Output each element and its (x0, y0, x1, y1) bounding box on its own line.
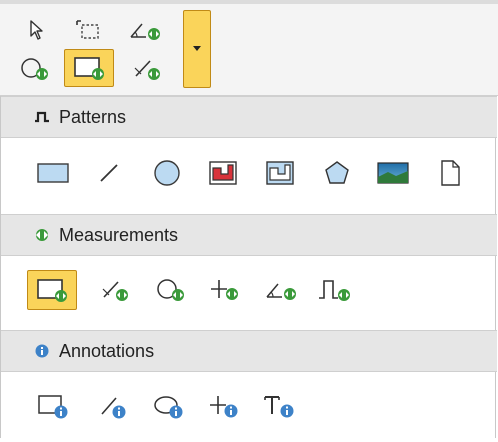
caret-down-icon (193, 46, 201, 51)
circle-pattern-icon[interactable] (143, 153, 191, 193)
point-annotation-icon[interactable] (201, 386, 249, 426)
annotations-icon-row (1, 372, 497, 442)
annotations-section-title: Annotations (59, 340, 155, 361)
line-measure-icon[interactable] (126, 51, 168, 87)
toolbar-dropdown-toggle[interactable] (183, 10, 211, 88)
line-pattern-icon[interactable] (85, 153, 133, 193)
measurements-section-title: Measurements (59, 224, 179, 245)
info-icon (33, 343, 51, 359)
step-profile-red-icon[interactable] (199, 153, 247, 193)
annotations-section-header: Annotations (1, 330, 497, 372)
pointer-arrow-icon[interactable] (16, 12, 58, 48)
toolbar-top-border (0, 0, 498, 4)
line-measure-icon[interactable] (91, 270, 139, 310)
angle-measure-icon[interactable] (124, 12, 166, 48)
pulse-wave-icon (33, 109, 51, 125)
text-annotation-icon[interactable] (255, 386, 303, 426)
rectangle-measure-icon[interactable] (27, 270, 77, 310)
patterns-section-title: Patterns (59, 106, 127, 127)
measurements-section-header: Measurements (1, 214, 497, 256)
image-pattern-icon[interactable] (369, 153, 417, 193)
patterns-section-header: Patterns (1, 96, 497, 138)
circle-measure-icon[interactable] (14, 51, 56, 87)
patterns-icon-row (1, 138, 497, 208)
document-pattern-icon[interactable] (426, 153, 474, 193)
tools-dropdown-panel: Patterns Measurements Annotations (0, 96, 497, 438)
line-annotation-icon[interactable] (89, 386, 137, 426)
measurements-icon-row (1, 256, 497, 326)
point-measure-icon[interactable] (201, 270, 249, 310)
angle-measure-icon[interactable] (257, 270, 305, 310)
rectangle-pattern-icon[interactable] (29, 153, 77, 193)
circle-measure-icon[interactable] (147, 270, 195, 310)
pentagon-pattern-icon[interactable] (313, 153, 361, 193)
rectangle-measure-icon[interactable] (64, 49, 114, 87)
toolbar (0, 0, 498, 96)
rectangle-annotation-icon[interactable] (29, 386, 77, 426)
circle-annotation-icon[interactable] (145, 386, 193, 426)
measure-arrows-icon (33, 227, 51, 243)
step-profile-icon[interactable] (256, 153, 304, 193)
profile-measure-icon[interactable] (311, 270, 359, 310)
marquee-select-icon[interactable] (67, 12, 109, 48)
